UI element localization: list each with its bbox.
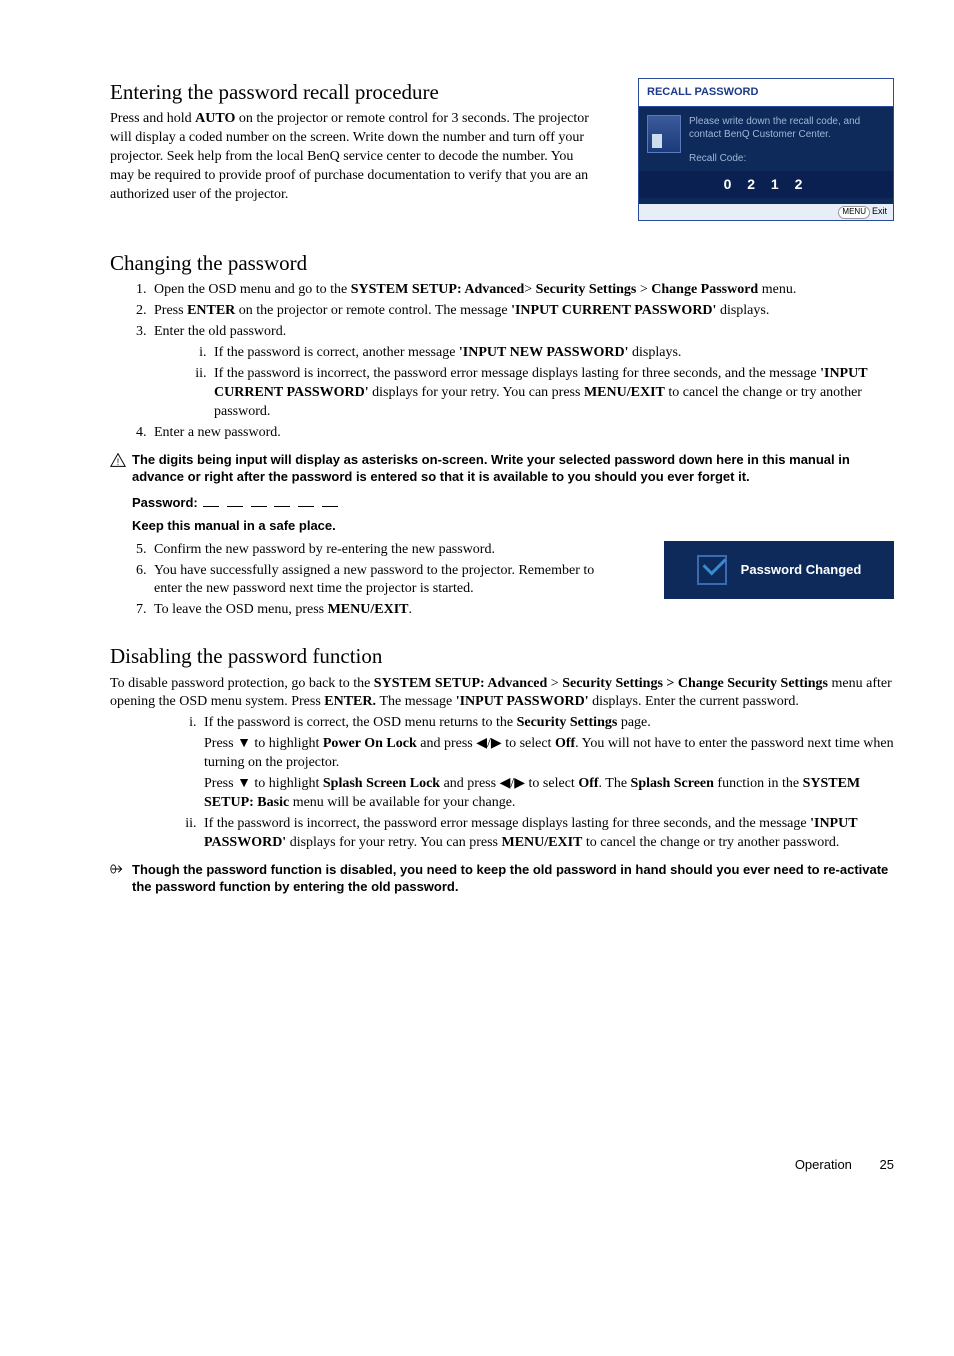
item-3ii: If the password is incorrect, the passwo… xyxy=(210,365,894,422)
password-line: Password: xyxy=(132,494,894,512)
item-3i: If the password is correct, another mess… xyxy=(210,344,894,363)
item-7: To leave the OSD menu, press MENU/EXIT. xyxy=(150,601,894,620)
note-block: Though the password function is disabled… xyxy=(110,861,894,896)
item-2: Press ENTER on the projector or remote c… xyxy=(150,302,894,321)
note-text: Though the password function is disabled… xyxy=(132,861,894,896)
pw-blank xyxy=(251,506,267,507)
recall-body: Please write down the recall code, and c… xyxy=(639,107,893,204)
note-icon xyxy=(110,862,128,883)
disable-i: If the password is correct, the OSD menu… xyxy=(200,714,894,812)
disable-list: If the password is correct, the OSD menu… xyxy=(110,714,894,852)
arrow-right-icon: ▶ xyxy=(514,774,525,790)
pw-blank xyxy=(227,506,243,507)
lock-icon xyxy=(647,115,681,153)
check-icon xyxy=(697,555,727,585)
heading-changing-password: Changing the password xyxy=(110,249,894,277)
item-4: Enter a new password. xyxy=(150,424,894,443)
pw-blank xyxy=(322,506,338,507)
recall-password-dialog: RECALL PASSWORD Please write down the re… xyxy=(638,78,894,221)
keep-manual-text: Keep this manual in a safe place. xyxy=(132,517,894,535)
item-6: You have successfully assigned a new pas… xyxy=(150,562,624,600)
pw-blank xyxy=(274,506,290,507)
arrow-right-icon: ▶ xyxy=(491,734,502,750)
item-3: Enter the old password. If the password … xyxy=(150,323,894,421)
svg-text:!: ! xyxy=(117,456,119,466)
recall-title: RECALL PASSWORD xyxy=(639,79,893,107)
password-changed-text: Password Changed xyxy=(741,561,862,579)
footer-section: Operation xyxy=(795,1157,852,1172)
para-recall: Press and hold AUTO on the projector or … xyxy=(110,110,600,204)
recall-message: Please write down the recall code, and c… xyxy=(689,115,885,142)
menu-button[interactable]: MENU xyxy=(838,206,870,219)
para-disable: To disable password protection, go back … xyxy=(110,675,894,713)
pw-blank xyxy=(298,506,314,507)
recall-code-label: Recall Code: xyxy=(689,152,885,166)
item-1: Open the OSD menu and go to the SYSTEM S… xyxy=(150,281,894,300)
arrow-left-icon: ◀ xyxy=(476,734,487,750)
password-changed-dialog: Password Changed xyxy=(664,541,894,599)
arrow-down-icon: ▼ xyxy=(237,734,251,750)
recall-code-value: 0 2 1 2 xyxy=(639,171,893,198)
disable-ii: If the password is incorrect, the passwo… xyxy=(200,815,894,853)
warning-icon: ! xyxy=(110,452,128,475)
arrow-down-icon: ▼ xyxy=(237,774,251,790)
page-number: 25 xyxy=(880,1157,894,1172)
warning-block: ! The digits being input will display as… xyxy=(110,451,894,535)
pw-blank xyxy=(203,506,219,507)
page-footer: Operation 25 xyxy=(110,1156,894,1174)
arrow-left-icon: ◀ xyxy=(500,774,511,790)
warning-text: The digits being input will display as a… xyxy=(132,451,894,486)
changing-password-list: Open the OSD menu and go to the SYSTEM S… xyxy=(110,281,894,442)
exit-label: Exit xyxy=(872,206,887,216)
heading-disabling-password: Disabling the password function xyxy=(110,642,894,670)
recall-footer: MENUExit xyxy=(639,204,893,220)
